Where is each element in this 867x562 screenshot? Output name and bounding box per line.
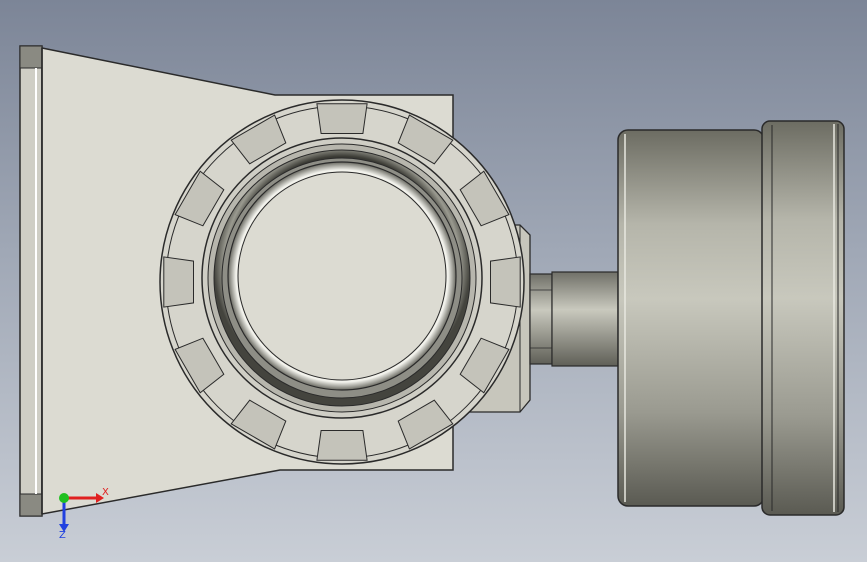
scallop-notch [316,430,368,461]
graphics-viewport[interactable]: X Y Z [0,0,867,562]
cap-ring[interactable] [201,137,483,419]
scallop-notch [490,256,521,308]
triad-z-label: Z [59,530,66,541]
gauge-cylinder[interactable] [617,120,845,516]
hex-coupling[interactable] [529,271,619,367]
model-view[interactable] [0,0,867,562]
triad-x-label: X [102,487,109,498]
flange-plate[interactable] [19,45,43,517]
scallop-notch [316,103,368,134]
coordinate-triad[interactable] [59,493,104,532]
scallop-notch [163,256,194,308]
